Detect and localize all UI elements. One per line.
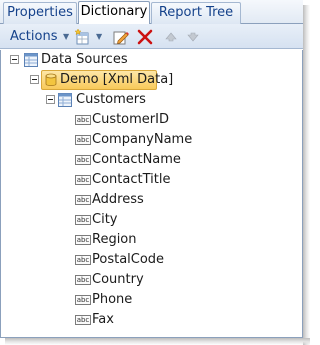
tree-node-column[interactable]: abc Region — [1, 230, 301, 250]
dictionary-tree: Data Sources Demo [Xml Data] Customers a… — [0, 50, 303, 338]
string-column-icon: abc — [75, 175, 91, 185]
tree-node-column[interactable]: abc City — [1, 210, 301, 230]
column-label: PostalCode — [92, 252, 165, 267]
tree-node-data-sources[interactable]: Data Sources — [1, 50, 301, 70]
tree-node-column[interactable]: abc Fax — [1, 310, 301, 330]
data-sources-icon — [24, 53, 38, 67]
new-item-dropdown-icon[interactable]: ▼ — [96, 32, 102, 41]
panel-shadow-bottom — [5, 338, 310, 345]
new-item-button[interactable] — [74, 28, 92, 46]
string-column-icon: abc — [75, 155, 91, 165]
table-icon — [58, 93, 72, 107]
collapse-icon[interactable] — [10, 55, 19, 64]
tree-node-column[interactable]: abc ContactTitle — [1, 170, 301, 190]
new-item-icon — [74, 28, 89, 45]
edit-icon — [113, 31, 129, 45]
panel-shadow-right — [303, 5, 310, 345]
chevron-down-icon: ▼ — [63, 32, 70, 41]
move-down-icon — [187, 32, 199, 42]
string-column-icon: abc — [75, 255, 91, 265]
column-label: Region — [92, 232, 137, 247]
database-icon — [45, 73, 57, 86]
column-label: Address — [92, 192, 144, 207]
tree-node-demo-datasource[interactable]: Demo [Xml Data] — [1, 70, 301, 90]
delete-button[interactable] — [136, 28, 154, 46]
tree-node-column[interactable]: abc CompanyName — [1, 130, 301, 150]
dictionary-panel: Properties Dictionary Report Tree Action… — [0, 0, 303, 338]
tab-dictionary[interactable]: Dictionary — [78, 1, 150, 24]
string-column-icon: abc — [75, 275, 91, 285]
tree-node-column[interactable]: abc ContactName — [1, 150, 301, 170]
tree-node-label: Demo [Xml Data] — [60, 72, 174, 87]
tab-report-tree[interactable]: Report Tree — [151, 2, 241, 24]
column-label: ContactTitle — [92, 172, 171, 187]
actions-menu-button[interactable]: Actions ▼ — [10, 28, 69, 46]
collapse-icon[interactable] — [46, 95, 55, 104]
delete-icon — [137, 29, 153, 45]
tree-node-column[interactable]: abc Phone — [1, 290, 301, 310]
string-column-icon: abc — [75, 135, 91, 145]
string-column-icon: abc — [75, 115, 91, 125]
column-label: Phone — [92, 292, 133, 307]
string-column-icon: abc — [75, 195, 91, 205]
actions-label: Actions — [10, 29, 58, 44]
dictionary-toolbar: Actions ▼ ▼ — [0, 24, 303, 49]
edit-button[interactable] — [112, 28, 130, 46]
column-label: CompanyName — [92, 132, 193, 147]
column-label: City — [92, 212, 118, 227]
tree-node-column[interactable]: abc CustomerID — [1, 110, 301, 130]
column-label: ContactName — [92, 152, 181, 167]
tree-node-column[interactable]: abc PostalCode — [1, 250, 301, 270]
string-column-icon: abc — [75, 315, 91, 325]
tree-node-label: Data Sources — [41, 52, 128, 67]
column-label: Country — [92, 272, 144, 287]
tree-node-customers-table[interactable]: Customers — [1, 90, 301, 110]
tab-properties[interactable]: Properties — [3, 2, 77, 24]
column-label: Fax — [92, 312, 114, 327]
column-label: CustomerID — [92, 112, 169, 127]
string-column-icon: abc — [75, 215, 91, 225]
move-up-button[interactable] — [162, 28, 180, 46]
tab-strip: Properties Dictionary Report Tree — [0, 0, 303, 24]
tree-node-column[interactable]: abc Country — [1, 270, 301, 290]
move-down-button[interactable] — [184, 28, 202, 46]
string-column-icon: abc — [75, 295, 91, 305]
tree-node-label: Customers — [76, 92, 146, 107]
tree-node-column[interactable]: abc Address — [1, 190, 301, 210]
move-up-icon — [165, 32, 177, 42]
string-column-icon: abc — [75, 235, 91, 245]
collapse-icon[interactable] — [30, 75, 39, 84]
